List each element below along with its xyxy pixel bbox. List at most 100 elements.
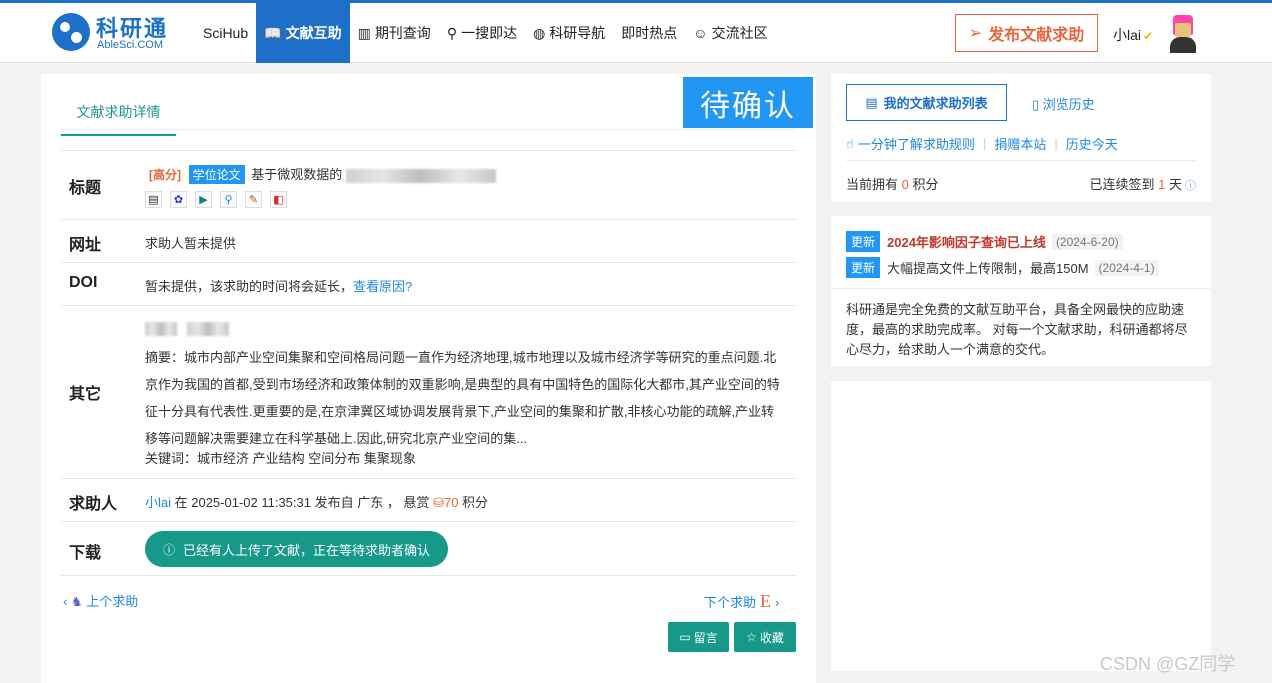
bing-icon[interactable]: ▶: [195, 191, 212, 208]
nav-label: SciHub: [203, 25, 249, 41]
avatar-face: [1175, 23, 1191, 37]
book-open-icon: 📖: [264, 24, 282, 41]
tab-request-detail[interactable]: 文献求助详情: [61, 102, 176, 136]
separator: |: [1054, 136, 1058, 151]
row-requester: 求助人 小lai 在 2025-01-02 11:35:31 发布自 广东 ， …: [61, 478, 796, 521]
row-label-download: 下载: [69, 545, 102, 562]
row-label-url: 网址: [69, 237, 102, 254]
rules-link[interactable]: 一分钟了解求助规则: [858, 134, 975, 153]
download-status-label: 已经有人上传了文献，正在等待求助者确认: [183, 542, 431, 558]
doi-value: 暂未提供，该求助的时间将会延长，: [145, 279, 354, 294]
nav-label: 期刊查询: [374, 25, 431, 41]
prev-request-link[interactable]: ‹ ♞ 上个求助: [63, 591, 138, 610]
keywords: 关键词：城市经济 产业结构 空间分布 集聚现象: [145, 451, 416, 466]
layout-icon[interactable]: ◧: [270, 191, 287, 208]
signed-suffix: 天: [1165, 177, 1182, 192]
history-today-link[interactable]: 历史今天: [1066, 134, 1118, 153]
prev-label: 上个求助: [86, 594, 139, 609]
comment-icon: ▭: [679, 630, 691, 644]
signin-info: 已连续签到 1 天 ⓘ: [1090, 174, 1196, 193]
separator: |: [982, 136, 987, 151]
nav-label: 科研导航: [549, 25, 606, 41]
info-table: 标题 [高分] 学位论文 基于微观数据的 ▤ ✿ ▶ ⚲ ✎ ◧ 网址 求助人暂…: [61, 150, 796, 576]
copy-icon[interactable]: ▤: [145, 191, 162, 208]
nav-research-guide[interactable]: ◍ 科研导航: [525, 3, 613, 63]
blurred-author: [145, 320, 229, 336]
update-badge: 更新: [846, 231, 881, 252]
chevron-left-icon: ‹: [63, 594, 68, 609]
chevron-right-icon: ›: [775, 595, 780, 610]
info-icon[interactable]: ⓘ: [1185, 180, 1196, 192]
coin-icon: ⛁: [433, 495, 444, 510]
points-prefix: 当前拥有: [846, 177, 902, 192]
points-suffix: 积分: [908, 177, 939, 192]
nav-scihub[interactable]: SciHub: [195, 3, 256, 63]
title-content: [高分] 学位论文 基于微观数据的: [145, 164, 496, 184]
nav-label: 一搜即达: [461, 25, 518, 41]
avatar-body: [1170, 37, 1196, 53]
nav-hot-topics[interactable]: 即时热点: [613, 3, 685, 63]
signed-prefix: 已连续签到: [1089, 177, 1159, 192]
nav-community[interactable]: ☺ 交流社区: [685, 3, 775, 63]
blurred-title: [345, 168, 496, 183]
comment-button[interactable]: ▭ 留言: [668, 622, 729, 652]
update-badge: 更新: [846, 257, 881, 278]
row-download: 下载 ⓘ 已经有人上传了文献，正在等待求助者确认: [61, 521, 796, 576]
favorite-button[interactable]: ☆ 收藏: [734, 622, 796, 652]
scholar-icon[interactable]: ✎: [245, 191, 262, 208]
row-label-requester: 求助人: [69, 496, 118, 513]
requester-name[interactable]: 小lai: [145, 495, 171, 510]
divider: [846, 160, 1196, 161]
paper-plane-icon: ➢: [968, 25, 983, 42]
abstract: 摘要：城市内部产业空间集聚和空间格局问题一直作为经济地理,城市地理以及城市经济学…: [145, 350, 780, 446]
avatar[interactable]: [1168, 15, 1198, 53]
row-title: 标题 [高分] 学位论文 基于微观数据的 ▤ ✿ ▶ ⚲ ✎ ◧: [61, 150, 796, 219]
hand-icon: ☝: [846, 135, 854, 151]
next-request-link[interactable]: 下个求助 E ›: [704, 591, 779, 612]
publish-request-button[interactable]: ➢ 发布文献求助: [955, 14, 1098, 52]
update-date: (2024-6-20): [1051, 233, 1123, 250]
row-other: 其它 摘要：城市内部产业空间集聚和空间格局问题一直作为经济地理,城市地理以及城市…: [61, 305, 796, 478]
update-item[interactable]: 更新 大幅提高文件上传限制，最高150M (2024-4-1): [846, 257, 1159, 278]
blurred-name: [145, 321, 177, 336]
blurred-school: [186, 321, 229, 336]
my-requests-button[interactable]: ▤ 我的文献求助列表: [846, 84, 1007, 121]
doi-reason-link[interactable]: 查看原因?: [353, 279, 412, 294]
nav-literature-help[interactable]: 📖 文献互助: [256, 3, 350, 63]
search-icon[interactable]: ⚲: [220, 191, 237, 208]
divider: [831, 288, 1211, 289]
site-logo[interactable]: 科研通 AbleSci.COM: [52, 11, 182, 55]
nav-quick-search[interactable]: ⚲ 一搜即达: [439, 3, 525, 63]
update-item[interactable]: 更新 2024年影响因子查询已上线 (2024-6-20): [846, 231, 1123, 252]
baidu-icon[interactable]: ✿: [170, 191, 187, 208]
donate-link[interactable]: 捐赠本站: [994, 134, 1046, 153]
main-nav: SciHub 📖 文献互助 ▥ 期刊查询 ⚲ 一搜即达 ◍ 科研导航 即时热点 ☺ 交流社…: [195, 3, 776, 63]
user-name[interactable]: 小lai ✔: [1113, 25, 1153, 45]
download-status-button[interactable]: ⓘ 已经有人上传了文献，正在等待求助者确认: [145, 531, 449, 567]
tag-thesis[interactable]: 学位论文: [188, 165, 245, 184]
history-label: 浏览历史: [1042, 97, 1095, 112]
row-label-title: 标题: [69, 180, 102, 197]
document-icon: ▤: [865, 94, 878, 110]
search-icon: ⚲: [446, 24, 458, 41]
status-badge: 待确认: [683, 77, 813, 128]
title-text[interactable]: 基于微观数据的: [251, 167, 342, 182]
vip-check-icon: ✔: [1143, 29, 1154, 43]
browse-history-link[interactable]: ▯ 浏览历史: [1032, 94, 1095, 113]
nav-journal-query[interactable]: ▥ 期刊查询: [350, 3, 439, 63]
row-label-doi: DOI: [69, 274, 98, 291]
next-avatar-icon: E: [760, 591, 772, 611]
nav-label: 文献互助: [285, 25, 342, 41]
history-icon: ▯: [1032, 97, 1040, 112]
requester-content: 小lai 在 2025-01-02 11:35:31 发布自 广东 ， 悬赏 ⛁…: [145, 492, 488, 511]
nav-label: 交流社区: [711, 25, 768, 41]
favorite-label: 收藏: [759, 630, 784, 645]
row-url: 网址 求助人暂未提供: [61, 219, 796, 262]
site-intro: 科研通是完全免费的文献互助平台，具备全网最快的应助速度，最高的求助完成率。 对每…: [846, 302, 1188, 357]
info-circle-icon: ⓘ: [163, 542, 176, 557]
update-title: 大幅提高文件上传限制，最高150M: [887, 261, 1089, 276]
prev-avatar-icon: ♞: [70, 594, 83, 609]
nav-label: 即时热点: [621, 25, 678, 41]
watermark: CSDN @GZ同学: [1100, 654, 1236, 674]
search-tools: ▤ ✿ ▶ ⚲ ✎ ◧: [145, 191, 287, 208]
